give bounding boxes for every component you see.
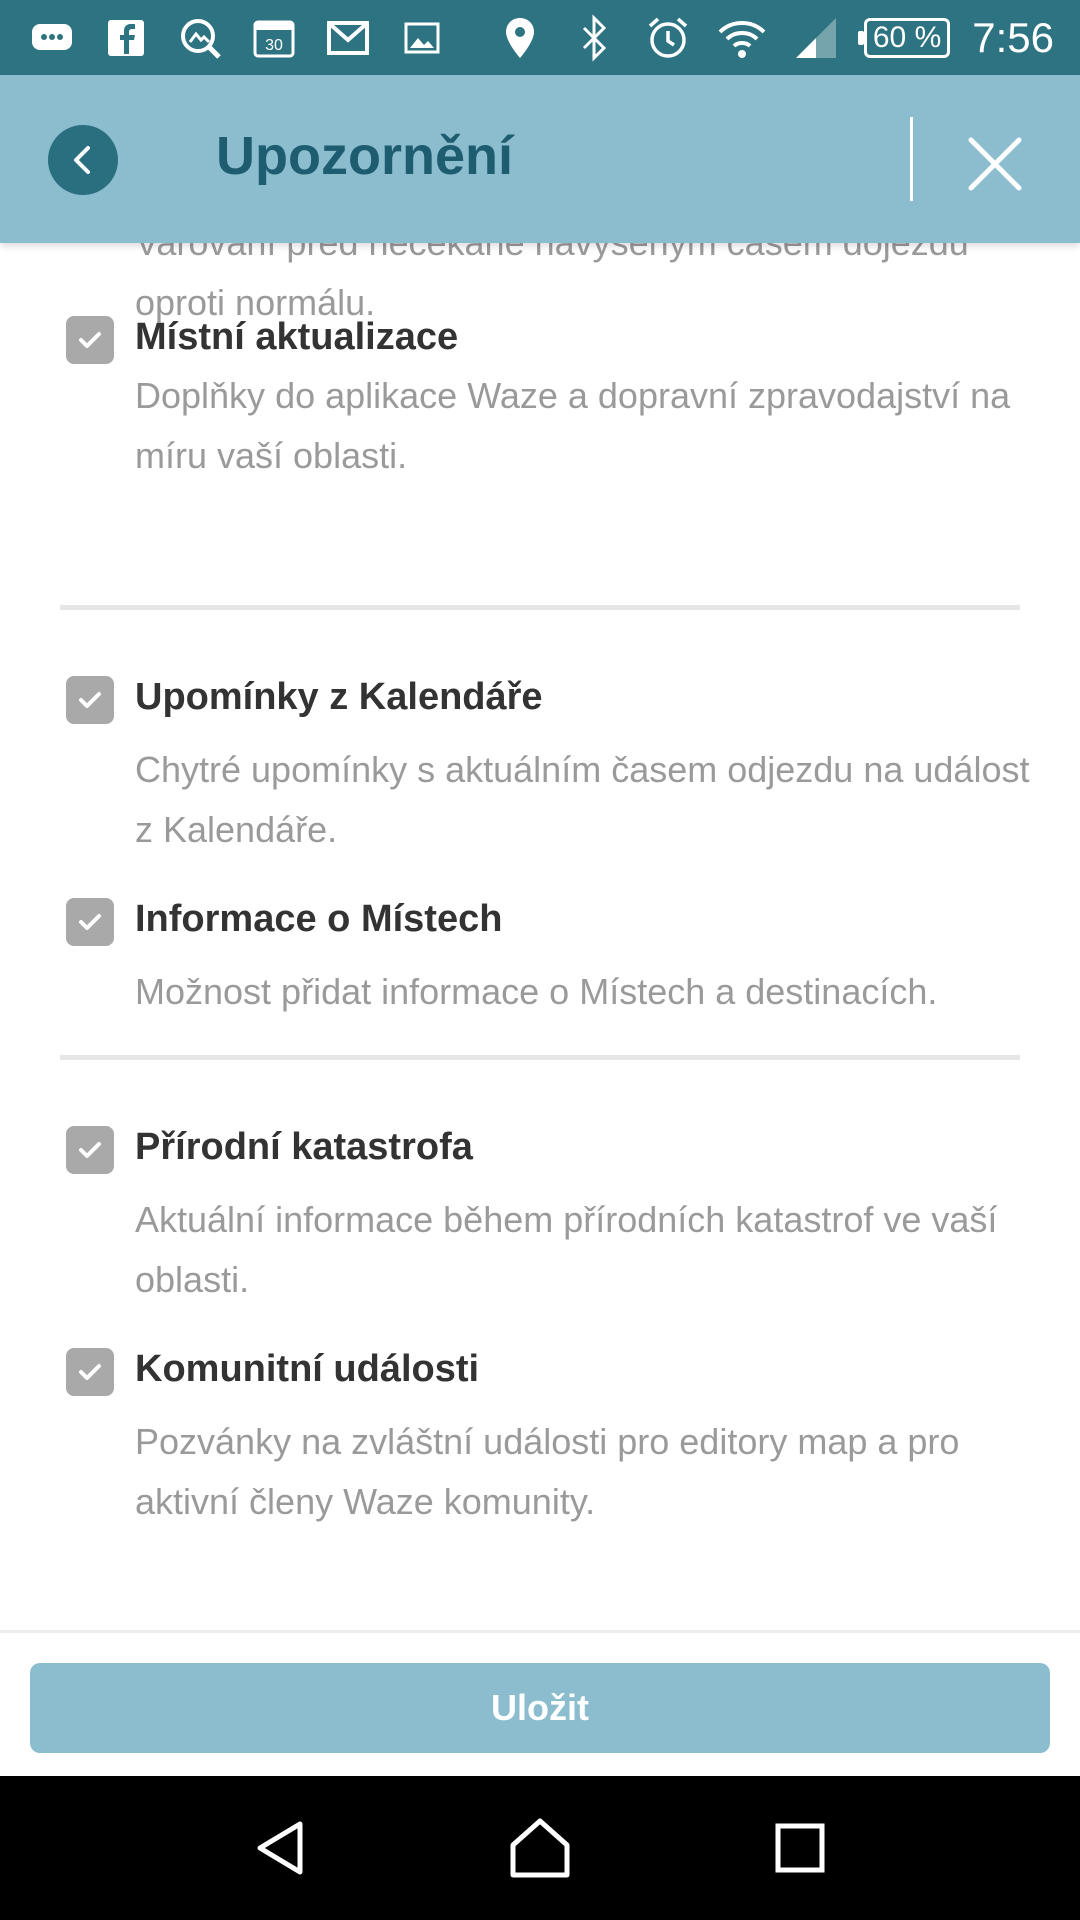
option-title: Informace o Místech (135, 898, 503, 940)
system-icons: 60 % 7:56 (494, 0, 1054, 75)
checkbox-calendar-reminders[interactable] (66, 676, 114, 724)
square-recents-icon (775, 1823, 825, 1873)
nav-recents-button[interactable] (750, 1798, 850, 1898)
section-divider (60, 1055, 1020, 1060)
option-title: Místní aktualizace (135, 316, 459, 358)
location-icon (494, 12, 546, 64)
check-icon (79, 1364, 101, 1380)
signal-icon (790, 12, 842, 64)
svg-text:30: 30 (265, 37, 283, 54)
calendar-icon: 30 (248, 12, 300, 64)
option-description: Aktuální informace během přírodních kata… (135, 1199, 998, 1300)
option-description: Chytré upomínky s aktuálním časem odjezd… (135, 749, 1030, 850)
check-icon (79, 914, 101, 930)
option-title: Upomínky z Kalendáře (135, 676, 543, 718)
checkbox-community-events[interactable] (66, 1348, 114, 1396)
checkbox-local-updates[interactable] (66, 316, 114, 364)
alarm-icon (642, 12, 694, 64)
save-button[interactable]: Uložit (30, 1663, 1050, 1753)
battery-indicator: 60 % (857, 17, 951, 58)
close-icon (968, 137, 1022, 191)
footer: Uložit (0, 1630, 1080, 1776)
section-divider (60, 605, 1020, 610)
bluetooth-icon (568, 12, 620, 64)
settings-list[interactable]: Varování před nečekaně navýšeným časem d… (0, 243, 1080, 1630)
nav-back-button[interactable] (230, 1798, 330, 1898)
system-nav-bar (0, 1776, 1080, 1920)
option-description: Možnost přidat informace o Místech a des… (135, 971, 938, 1012)
facebook-icon (100, 12, 152, 64)
close-button[interactable] (960, 129, 1030, 199)
header-divider (910, 117, 913, 201)
notification-icons: 30 (26, 12, 448, 64)
chevron-left-icon (74, 146, 90, 174)
checkbox-natural-disaster[interactable] (66, 1126, 114, 1174)
messenger-icon (26, 12, 78, 64)
home-icon (510, 1818, 570, 1878)
wifi-icon (716, 12, 768, 64)
search-icon (174, 12, 226, 64)
check-icon (79, 692, 101, 708)
option-description: Doplňky do aplikace Waze a dopravní zpra… (135, 375, 1011, 476)
status-bar: 30 60 % 7:56 (0, 0, 1080, 75)
nav-home-button[interactable] (490, 1798, 590, 1898)
image-icon (396, 12, 448, 64)
checkbox-places-info[interactable] (66, 898, 114, 946)
check-icon (79, 1142, 101, 1158)
app-header: Upozornění (0, 75, 1080, 243)
gmail-icon (322, 12, 374, 64)
option-title: Komunitní události (135, 1348, 480, 1390)
triangle-back-icon (257, 1821, 303, 1875)
status-clock: 7:56 (972, 13, 1054, 61)
back-button[interactable] (48, 125, 118, 195)
page-title: Upozornění (216, 126, 513, 186)
option-title: Přírodní katastrofa (135, 1126, 473, 1168)
option-description: Pozvánky na zvláštní události pro editor… (135, 1421, 960, 1522)
check-icon (79, 332, 101, 348)
